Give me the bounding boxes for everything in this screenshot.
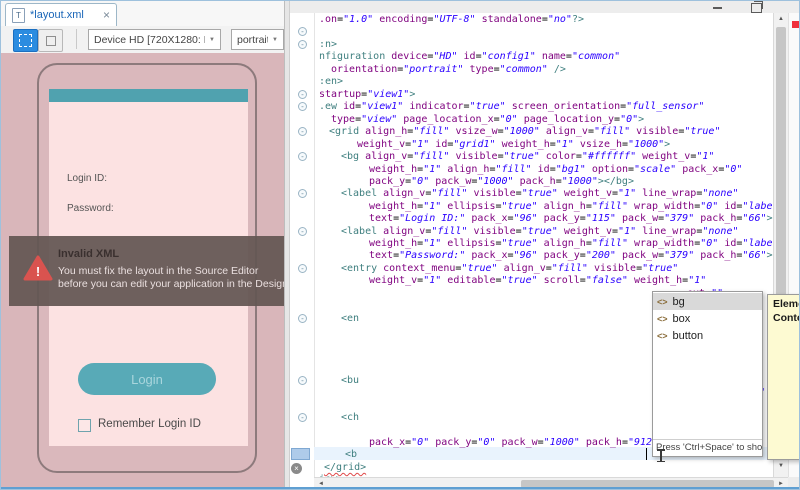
- code-line: .ew id="view1" indicator="true" screen_o…: [319, 101, 704, 113]
- design-view-toggle-button[interactable]: [13, 29, 38, 52]
- code-line: pack_y="0" pack_w="1000" pack_h="1000"><…: [369, 176, 634, 188]
- toolbar-separator: [76, 29, 77, 49]
- orientation-dropdown[interactable]: portrait ▼: [231, 29, 284, 50]
- scroll-up-icon[interactable]: ▲: [774, 16, 788, 22]
- error-line2: before you can edit your application in …: [58, 278, 284, 290]
- tooltip-model-label: Content Model :: [773, 312, 800, 324]
- code-line: weight_h="1" ellipsis="true" align_h="fi…: [369, 201, 791, 213]
- outline-view-toggle-button[interactable]: [38, 29, 63, 52]
- error-line1: You must fix the layout in the Source Ed…: [58, 265, 258, 277]
- code-line: orientation="portrait" type="common" />: [331, 64, 566, 76]
- password-label: Password:: [67, 203, 114, 214]
- editor-tab-bar: T *layout.xml ×: [1, 1, 289, 27]
- fold-collapse-icon[interactable]: -: [298, 152, 307, 161]
- tab-title: *layout.xml: [30, 9, 99, 21]
- xml-element-icon: <>: [657, 331, 668, 341]
- autocomplete-footer: Press 'Ctrl+Space' to show XML: [653, 439, 762, 456]
- current-line-gutter-marker: [291, 448, 310, 460]
- code-line: <bg align_v="fill" visible="true" color=…: [341, 151, 714, 163]
- error-title: Invalid XML: [58, 248, 119, 260]
- code-line: <label align_v="fill" visible="true" wei…: [341, 226, 738, 238]
- code-line: .on="1.0" encoding="UTF-8" standalone="n…: [319, 14, 584, 26]
- scroll-down-icon[interactable]: ▼: [774, 463, 788, 469]
- fold-collapse-icon[interactable]: -: [298, 227, 307, 236]
- code-line: <bu: [341, 375, 359, 387]
- fold-collapse-icon[interactable]: -: [298, 27, 307, 36]
- fold-collapse-icon[interactable]: -: [298, 90, 307, 99]
- code-line: nfiguration device="HD" id="config1" nam…: [319, 51, 620, 63]
- autocomplete-item-bg[interactable]: <> bg: [653, 293, 762, 310]
- orientation-dropdown-value: portrait: [237, 34, 268, 46]
- code-line: weight_v="1" editable="true" scroll="fal…: [369, 275, 706, 287]
- device-dropdown-value: Device HD [720X1280: MDPI]: [94, 34, 205, 46]
- code-line: weight_h="1" align_h="fill" id="bg1" opt…: [369, 164, 742, 176]
- chevron-down-icon: ▼: [209, 37, 215, 43]
- minimize-icon[interactable]: [713, 7, 722, 9]
- error-overview-marker[interactable]: [792, 21, 799, 28]
- code-line: startup="view1">: [319, 89, 415, 101]
- autocomplete-list: <> bg <> box <> button: [653, 292, 762, 439]
- code-line: text="Password:" pack_x="96" pack_y="200…: [369, 250, 800, 262]
- ibeam-cursor-icon: [657, 449, 665, 462]
- fold-collapse-icon[interactable]: -: [298, 102, 307, 111]
- source-editor[interactable]: × .on="1.0" encoding="UTF-8" standalone=…: [290, 13, 800, 477]
- code-line: pack_x="0" pack_y="0" pack_w="1000" pack…: [369, 437, 664, 449]
- design-canvas: Login ID: Password: Login Remember Login…: [1, 53, 284, 488]
- tab-layout-xml[interactable]: T *layout.xml ×: [5, 3, 117, 26]
- code-line: weight_v="1" id="grid1" weight_h="1" vsi…: [357, 139, 670, 151]
- code-line: :en>: [319, 76, 343, 88]
- app-window: T *layout.xml × Device HD [720X1280: MDP…: [0, 0, 800, 490]
- fold-collapse-icon[interactable]: -: [298, 127, 307, 136]
- fold-collapse-icon[interactable]: -: [298, 189, 307, 198]
- close-icon[interactable]: ×: [103, 10, 110, 20]
- editor-gutter: [290, 13, 315, 477]
- login-id-label: Login ID:: [67, 173, 107, 184]
- tooltip-element-label: Element :: [773, 298, 800, 310]
- code-line: type="view" page_location_x="0" page_loc…: [331, 114, 644, 126]
- fold-collapse-icon[interactable]: -: [298, 40, 307, 49]
- chevron-down-icon: ▼: [272, 37, 278, 43]
- square-icon: [46, 36, 56, 46]
- code-line: text="Login ID:" pack_x="96" pack_y="115…: [369, 213, 800, 225]
- fold-collapse-icon[interactable]: -: [298, 413, 307, 422]
- autocomplete-item-label: button: [673, 330, 704, 342]
- invalid-xml-overlay: ! Invalid XML You must fix the layout in…: [9, 236, 284, 306]
- autocomplete-popup: <> bg <> box <> button Press 'Ctrl+Space…: [652, 291, 763, 457]
- fold-collapse-icon[interactable]: -: [298, 264, 307, 273]
- selection-frame-icon: [19, 34, 32, 47]
- remember-checkbox-label: Remember Login ID: [98, 418, 201, 430]
- code-line: </grid>: [324, 462, 366, 474]
- login-button[interactable]: Login: [78, 363, 216, 395]
- svg-text:!: !: [36, 264, 40, 279]
- code-line: weight_h="1" ellipsis="true" align_h="fi…: [369, 238, 791, 250]
- text-caret: [646, 448, 647, 460]
- code-line: <b: [345, 449, 357, 461]
- code-line: <entry context_menu="true" align_v="fill…: [341, 263, 678, 275]
- device-dropdown[interactable]: Device HD [720X1280: MDPI] ▼: [88, 29, 221, 50]
- element-tooltip: Element : bg Content Model : (variation*…: [767, 294, 800, 460]
- fold-collapse-icon[interactable]: -: [298, 314, 307, 323]
- xml-file-icon: T: [12, 8, 25, 23]
- restore-icon[interactable]: [751, 3, 762, 13]
- autocomplete-item-label: bg: [673, 296, 685, 308]
- fold-collapse-icon[interactable]: -: [298, 376, 307, 385]
- code-line: <ch: [341, 412, 359, 424]
- code-line: <label align_v="fill" visible="true" wei…: [341, 188, 738, 200]
- code-line: <en: [341, 313, 359, 325]
- xml-element-icon: <>: [657, 314, 668, 324]
- autocomplete-item-label: box: [673, 313, 691, 325]
- xml-element-icon: <>: [657, 297, 668, 307]
- status-bar: [49, 89, 248, 102]
- autocomplete-item-box[interactable]: <> box: [653, 310, 762, 327]
- code-line: <grid align_h="fill" vsize_w="1000" alig…: [329, 126, 720, 138]
- warning-icon: !: [23, 255, 53, 282]
- remember-checkbox[interactable]: [78, 419, 91, 432]
- autocomplete-item-button[interactable]: <> button: [653, 327, 762, 344]
- error-marker-icon: ×: [291, 463, 302, 474]
- code-line: :n>: [319, 39, 337, 51]
